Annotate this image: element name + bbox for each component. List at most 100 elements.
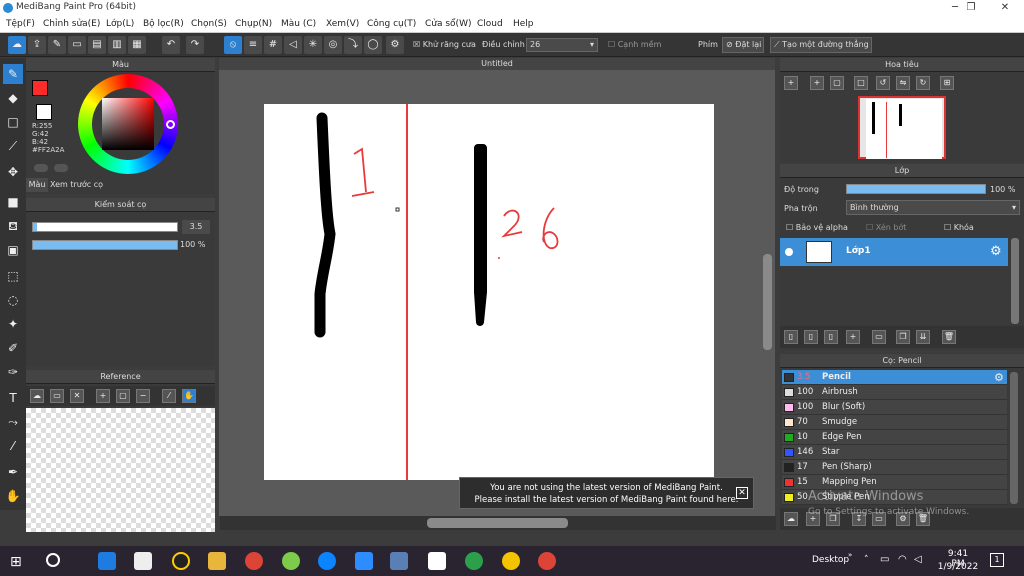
menu-capture[interactable]: Chụp(N) — [235, 19, 272, 29]
eraser-tool-icon[interactable]: ◆ — [3, 88, 23, 108]
clock-date[interactable]: 1/9/2022 — [936, 562, 980, 572]
menu-view[interactable]: Xem(V) — [326, 19, 359, 29]
layer-opacity-slider[interactable] — [846, 184, 986, 194]
eye-icon[interactable] — [785, 248, 793, 256]
zoom-icon[interactable] — [355, 552, 373, 570]
secondary-color-swatch[interactable] — [36, 104, 52, 120]
menu-window[interactable]: Cửa sổ(W) — [425, 19, 471, 29]
close-icon[interactable]: ✕ — [736, 487, 748, 499]
brush-item-blur[interactable]: 100 Blur (Soft) — [782, 400, 1007, 415]
navigator-preview[interactable] — [858, 96, 946, 159]
calculator-icon[interactable] — [134, 552, 152, 570]
hand-tool-icon[interactable]: ✋ — [3, 486, 23, 506]
zoom-in-icon[interactable]: + — [810, 76, 824, 90]
chrome-profile-icon[interactable] — [465, 552, 483, 570]
chrome-icon[interactable] — [245, 552, 263, 570]
close-button[interactable]: ✕ — [990, 0, 1020, 16]
redo-icon[interactable]: ↷ — [186, 36, 204, 54]
close-icon[interactable]: ✕ — [70, 389, 84, 403]
brush-item-airbrush[interactable]: 100 Airbrush — [782, 385, 1007, 400]
comment-icon[interactable]: ✎ — [48, 36, 66, 54]
pen-tool-icon[interactable]: ✒ — [3, 462, 23, 482]
layer-row[interactable]: Lớp1 ⚙ — [780, 238, 1008, 266]
brush-item-pen-sharp[interactable]: 17 Pen (Sharp) — [782, 460, 1007, 475]
adjust-dropdown[interactable]: 26 ▾ — [526, 38, 598, 52]
swatch-toggle-icon[interactable] — [54, 164, 68, 172]
text-tool-icon[interactable]: T — [3, 388, 23, 408]
canvas-horizontal-scrollbar[interactable] — [427, 518, 568, 528]
antialias-checkbox[interactable]: ☒ Khử răng cưa — [413, 40, 476, 49]
palette-toggle-icon[interactable] — [34, 164, 48, 172]
saturation-square[interactable] — [102, 98, 154, 150]
select-pen-icon[interactable]: ✐ — [3, 338, 23, 358]
reset-view-icon[interactable]: ⊞ — [940, 76, 954, 90]
coccoc-icon[interactable] — [282, 552, 300, 570]
canvas-vertical-scrollbar[interactable] — [763, 254, 772, 350]
curve-snap-icon[interactable]: ⤵ — [344, 36, 362, 54]
hue-marker[interactable] — [166, 120, 175, 129]
tab-color[interactable]: Màu — [26, 178, 48, 192]
messaging-icon[interactable] — [502, 552, 520, 570]
brush-item-pencil[interactable]: 3.5 Pencil ⚙ — [782, 370, 1007, 385]
brush-item-smudge[interactable]: 70 Smudge — [782, 415, 1007, 430]
document-icon[interactable] — [390, 552, 408, 570]
brush-size-slider[interactable] — [32, 222, 178, 232]
windows-start-icon[interactable]: ⊞ — [10, 554, 22, 570]
app-icon[interactable] — [172, 552, 190, 570]
operation-tool-icon[interactable]: ⤳ — [3, 412, 23, 432]
snap-off-icon[interactable]: ⦸ — [224, 36, 242, 54]
gear-icon[interactable]: ⚙ — [994, 370, 1004, 385]
cloud-icon[interactable]: ☁ — [784, 512, 798, 526]
canvas-tab[interactable]: Untitled — [219, 58, 775, 70]
brush-item-mapping-pen[interactable]: 15 Mapping Pen — [782, 475, 1007, 490]
file-explorer-icon[interactable] — [208, 552, 226, 570]
fit-icon[interactable]: ▢ — [830, 76, 844, 90]
gear-icon[interactable]: ⚙ — [990, 244, 1002, 259]
flip-icon[interactable]: ⇋ — [896, 76, 910, 90]
cloud-icon[interactable]: ☁ — [8, 36, 26, 54]
update-notice[interactable]: You are not using the latest version of … — [459, 477, 754, 509]
protect-alpha-checkbox[interactable]: ☐ Bảo vệ alpha — [786, 223, 848, 232]
notification-icon[interactable]: 1 — [990, 553, 1004, 567]
primary-color-swatch[interactable] — [32, 80, 48, 96]
menu-select[interactable]: Chọn(S) — [191, 19, 227, 29]
menu-layer[interactable]: Lớp(L) — [106, 19, 134, 29]
reference-canvas[interactable] — [26, 408, 215, 532]
gradient-tool-icon[interactable]: ▣ — [3, 240, 23, 260]
dropper-tool-icon[interactable]: ⁄ — [3, 436, 23, 456]
menu-edit[interactable]: Chỉnh sửa(E) — [43, 19, 100, 29]
network-icon[interactable]: ▭ — [880, 554, 889, 565]
rotate-left-icon[interactable]: ↺ — [876, 76, 890, 90]
duplicate-layer-icon[interactable]: ❐ — [896, 330, 910, 344]
perspective-snap-icon[interactable]: ◁ — [284, 36, 302, 54]
zoom-in-icon[interactable]: + — [784, 76, 798, 90]
desktop-toolbar[interactable]: Desktop — [812, 555, 849, 565]
brush-item-star[interactable]: 146 Star — [782, 445, 1007, 460]
open-folder-icon[interactable]: ▭ — [50, 389, 64, 403]
reset-button[interactable]: ⊘ Đặt lại — [722, 37, 764, 53]
canvas-paper[interactable] — [264, 104, 714, 480]
hue-wheel[interactable] — [78, 74, 178, 174]
snap-settings-icon[interactable]: ⚙ — [386, 36, 404, 54]
clip-checkbox[interactable]: ☐ Xén bớt — [866, 223, 906, 232]
folder-icon[interactable]: ▭ — [872, 330, 886, 344]
ellipse-snap-icon[interactable]: ◯ — [364, 36, 382, 54]
fit-icon[interactable]: ▢ — [116, 389, 130, 403]
new-8bit-layer-icon[interactable]: ▯ — [824, 330, 838, 344]
volume-icon[interactable]: ◁ — [914, 554, 922, 565]
menu-color[interactable]: Màu (C) — [281, 19, 316, 29]
menu-help[interactable]: Help — [513, 19, 534, 29]
select-rect-icon[interactable]: ⬚ — [3, 266, 23, 286]
wifi-icon[interactable]: ◠ — [898, 554, 907, 565]
move-tool-icon[interactable]: ✥ — [3, 162, 23, 182]
chat-icon[interactable]: ▭ — [68, 36, 86, 54]
share-icon[interactable]: ⇪ — [28, 36, 46, 54]
magic-wand-icon[interactable]: ✦ — [3, 314, 23, 334]
menu-filter[interactable]: Bộ lọc(R) — [143, 19, 184, 29]
actual-size-icon[interactable]: □ — [854, 76, 868, 90]
tray-arrow-icon[interactable]: ˄ — [864, 555, 869, 565]
brush-item-edge-pen[interactable]: 10 Edge Pen — [782, 430, 1007, 445]
cloud-icon[interactable]: ☁ — [30, 389, 44, 403]
brush-size-value[interactable]: 3.5 — [182, 220, 210, 234]
brush-list-scrollbar[interactable] — [1010, 372, 1018, 504]
